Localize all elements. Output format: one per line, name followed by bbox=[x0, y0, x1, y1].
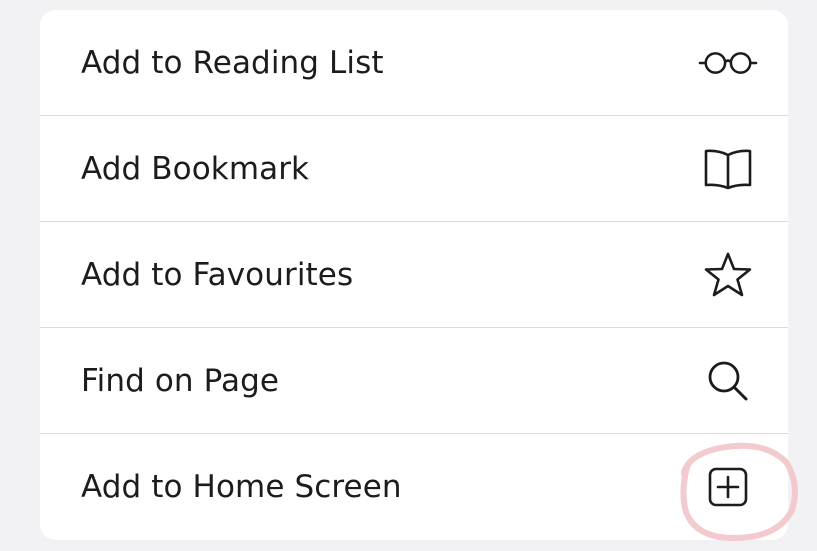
menu-item-label: Add to Home Screen bbox=[81, 469, 402, 505]
menu-item-label: Add to Favourites bbox=[81, 257, 354, 293]
search-icon bbox=[698, 351, 758, 411]
menu-item-add-to-home-screen[interactable]: Add to Home Screen bbox=[40, 434, 788, 540]
menu-item-label: Find on Page bbox=[81, 363, 280, 399]
star-icon bbox=[698, 245, 758, 305]
book-icon bbox=[698, 139, 758, 199]
menu-item-label: Add to Reading List bbox=[81, 45, 384, 81]
menu-item-add-bookmark[interactable]: Add Bookmark bbox=[40, 116, 788, 222]
share-menu-sheet: Add to Reading List Add Bookmark Add to … bbox=[40, 10, 788, 540]
menu-item-add-to-reading-list[interactable]: Add to Reading List bbox=[40, 10, 788, 116]
add-square-icon bbox=[698, 457, 758, 517]
glasses-icon bbox=[698, 33, 758, 93]
menu-item-find-on-page[interactable]: Find on Page bbox=[40, 328, 788, 434]
menu-item-label: Add Bookmark bbox=[81, 151, 310, 187]
menu-item-add-to-favourites[interactable]: Add to Favourites bbox=[40, 222, 788, 328]
